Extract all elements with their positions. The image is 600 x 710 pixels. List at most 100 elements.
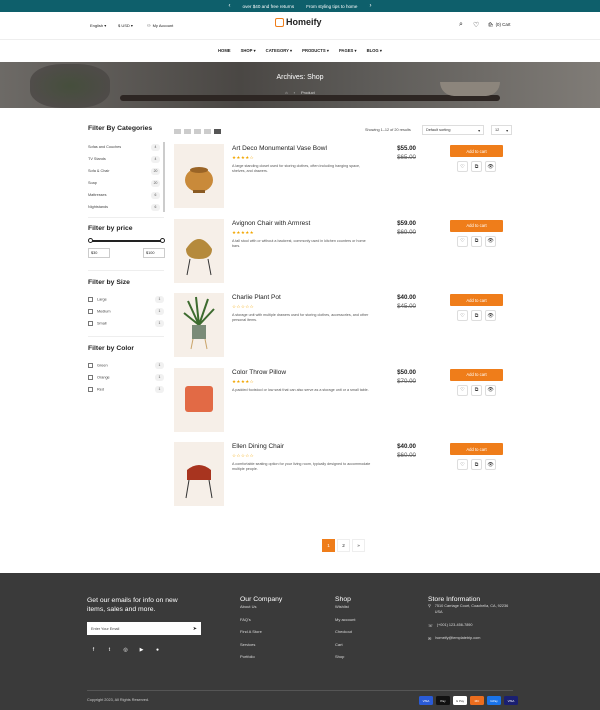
currency-select[interactable]: $ USD ▾ [118,23,133,28]
grid-3-icon[interactable] [184,129,191,134]
wishlist-icon[interactable]: ♡ [457,161,468,172]
size-option[interactable]: Small 1 [88,317,164,329]
nav-item-home[interactable]: HOME [218,48,231,53]
product-name[interactable]: Avignon Chair with Armrest [232,220,310,227]
quick-view-icon[interactable]: 👁 [485,235,496,247]
product-image[interactable] [174,293,224,357]
product-image[interactable] [174,442,224,506]
add-to-cart-button[interactable]: Add to cart [450,368,503,381]
footer-link[interactable]: Checkout [335,629,355,642]
product-name[interactable]: Ellen Dining Chair [232,443,284,450]
quick-view-icon[interactable]: 👁 [485,310,496,321]
wishlist-icon[interactable]: ♡ [457,459,468,470]
checkbox[interactable] [88,362,93,368]
nav-item-pages[interactable]: PAGES ▾ [339,48,357,53]
github-icon[interactable]: ● [153,645,162,654]
category-scrollbar[interactable] [163,142,165,212]
nav-item-products[interactable]: PRODUCTS ▾ [302,48,329,53]
grid-2-icon[interactable] [194,129,201,134]
price-max-handle[interactable] [160,238,165,243]
chevron-right-icon[interactable]: › [369,3,371,9]
chevron-left-icon[interactable]: ‹ [229,3,231,9]
footer-link[interactable]: My account [335,617,355,630]
category-item[interactable]: Nightstands 6 [88,201,160,213]
product-image[interactable] [174,367,224,432]
price-min-input[interactable]: $30 [88,248,110,258]
checkbox[interactable] [88,308,93,314]
per-page-select[interactable]: 12 ▾ [491,125,512,135]
nav-item-shop[interactable]: SHOP ▾ [241,48,256,53]
send-icon[interactable]: ➤ [193,626,197,632]
checkbox[interactable] [88,374,93,380]
wishlist-icon[interactable]: ♡ [457,235,468,247]
price-min-handle[interactable] [88,238,93,243]
add-to-cart-button[interactable]: Add to cart [450,443,503,455]
next-page-button[interactable]: » [352,539,365,552]
footer-link[interactable]: FAQ's [240,617,262,630]
page-1-button[interactable]: 1 [322,539,335,552]
quick-view-icon[interactable]: 👁 [485,459,496,470]
grid-4-icon[interactable] [174,129,181,134]
youtube-icon[interactable]: ▶ [137,645,146,654]
checkbox[interactable] [88,320,93,326]
product-name[interactable]: Art Deco Monumental Vase Bowl [232,145,327,152]
footer-link[interactable]: Find A Store [240,629,262,642]
product-name[interactable]: Color Throw Pillow [232,369,286,376]
footer-link[interactable]: Cart [335,642,355,655]
checkbox[interactable] [88,386,93,392]
category-item[interactable]: Sofa & Chair 20 [88,165,160,177]
compare-icon[interactable]: ⧉ [471,384,482,396]
facebook-icon[interactable]: f [89,645,98,654]
add-to-cart-button[interactable]: Add to cart [450,294,503,306]
twitter-icon[interactable]: t [105,645,114,654]
list-large-icon[interactable] [214,129,221,134]
logo[interactable]: Homeify [275,17,322,27]
language-select[interactable]: English ▾ [90,23,106,28]
footer-link[interactable]: Wishlist [335,604,355,617]
color-option[interactable]: Orange 1 [88,371,164,383]
heart-icon[interactable]: ♡ [473,21,479,29]
list-view-icon[interactable] [204,129,211,134]
category-item[interactable]: Sofas and Couches 4 [88,141,160,153]
compare-icon[interactable]: ⧉ [471,235,482,247]
sort-select[interactable]: Default sorting ▾ [422,125,484,135]
size-option[interactable]: Medium 1 [88,305,164,317]
product-item: Avignon Chair with Armrest ★★★★★ A tall st… [174,218,512,285]
my-account-link[interactable]: ⚇ My Account [147,23,173,28]
footer-link[interactable]: Services [240,642,262,655]
product-name[interactable]: Charlie Plant Pot [232,294,281,301]
footer-link[interactable]: Portfolio [240,654,262,667]
category-item[interactable]: TV Stands 4 [88,153,160,165]
color-option[interactable]: Red 1 [88,383,164,395]
payment-icon: VISA [419,696,433,705]
instagram-icon[interactable]: ◎ [121,645,130,654]
nav-item-blog[interactable]: BLOG ▾ [367,48,382,53]
page-2-button[interactable]: 2 [337,539,350,552]
add-to-cart-button[interactable]: Add to cart [450,219,503,232]
home-icon[interactable]: ⌂ [285,90,287,95]
category-item[interactable]: Mattresses 6 [88,189,160,201]
product-image[interactable] [174,218,224,283]
add-to-cart-button[interactable]: Add to cart [450,145,503,157]
product-image[interactable] [174,144,224,208]
compare-icon[interactable]: ⧉ [471,459,482,470]
wishlist-icon[interactable]: ♡ [457,384,468,396]
size-option[interactable]: Large 1 [88,293,164,305]
nav-item-category[interactable]: CATEGORY ▾ [266,48,292,53]
price-max-input[interactable]: $100 [143,248,165,258]
store-email[interactable]: ✉ homeify@templatetrip.com [428,636,480,641]
compare-icon[interactable]: ⧉ [471,310,482,321]
search-icon[interactable]: ⌕ [459,21,463,29]
quick-view-icon[interactable]: 👁 [485,384,496,396]
quick-view-icon[interactable]: 👁 [485,161,496,172]
checkbox[interactable] [88,296,93,302]
wishlist-icon[interactable]: ♡ [457,310,468,321]
category-item[interactable]: Soap 20 [88,177,160,189]
footer-link[interactable]: About Us [240,604,262,617]
compare-icon[interactable]: ⧉ [471,161,482,172]
color-option[interactable]: Green 1 [88,359,164,371]
email-input[interactable]: Enter Your Email [91,627,119,631]
footer-link[interactable]: Shop [335,654,355,667]
cart-link[interactable]: 🛍 (0) Cart [488,22,510,28]
product-item: Charlie Plant Pot ☆☆☆☆☆ A storage unit wit… [174,293,512,359]
